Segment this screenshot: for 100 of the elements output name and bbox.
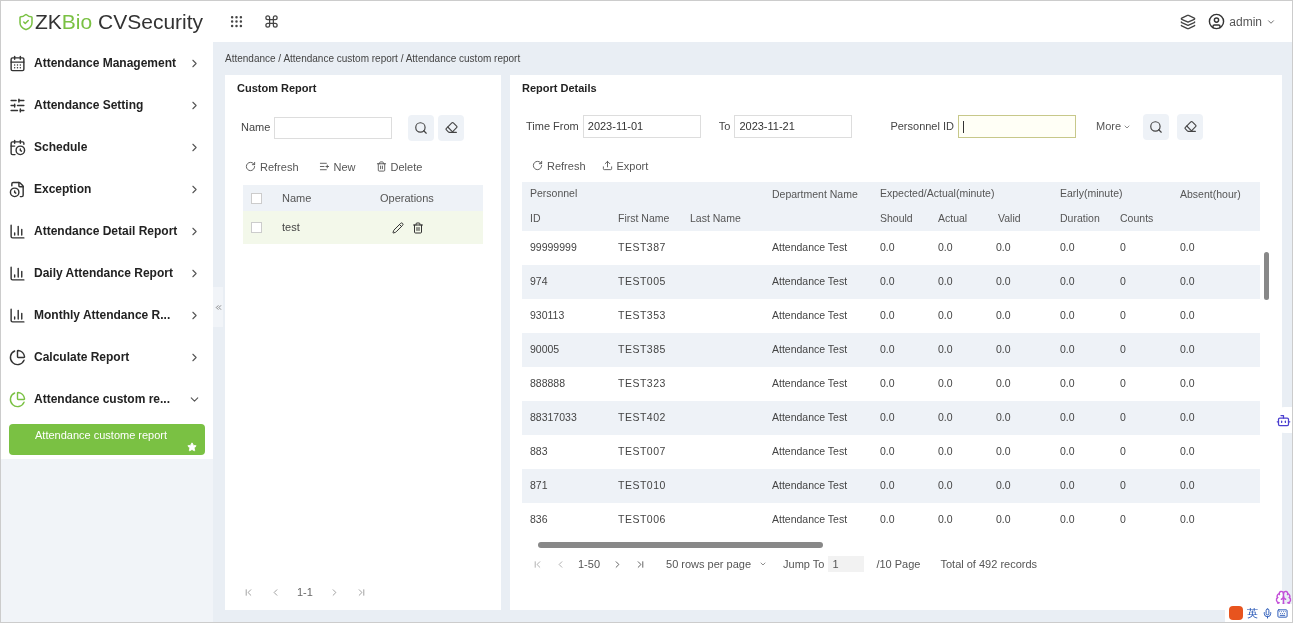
toolbar-button[interactable]: Delete <box>375 158 423 175</box>
panel-title: Report Details <box>522 81 598 96</box>
first-page-icon[interactable] <box>243 586 254 598</box>
name-field[interactable] <box>274 116 393 139</box>
column-header: ID <box>522 206 610 231</box>
bar-chart-icon <box>9 306 26 324</box>
table-cell: 0.0 <box>1170 333 1261 367</box>
user-menu[interactable]: admin <box>1229 12 1276 31</box>
table-cell: 836 <box>522 503 610 537</box>
toolbar-button[interactable]: Refresh <box>245 158 299 175</box>
column-group-header: Expected/Actual(minute) <box>874 182 1051 206</box>
table-cell: 0 <box>1110 469 1171 503</box>
table-cell: 0.0 <box>874 435 932 469</box>
sidebar-item[interactable]: Attendance Detail Report <box>1 210 213 252</box>
ime-logo-icon <box>1229 606 1244 620</box>
sidebar-label: Attendance custom re... <box>34 391 172 408</box>
microphone-icon[interactable] <box>1262 607 1274 619</box>
rows-per-page-dropdown[interactable]: 50 rows per page <box>666 555 768 573</box>
column-header: Duration <box>1050 206 1111 231</box>
filter-label: Time From <box>526 119 579 135</box>
language-indicator[interactable]: 英 <box>1247 604 1259 622</box>
table-cell: 883 <box>522 435 610 469</box>
clear-button[interactable] <box>1177 113 1204 140</box>
table-cell: 871 <box>522 469 610 503</box>
record-total: Total of 492 records <box>940 556 1038 572</box>
search-button[interactable] <box>408 114 435 141</box>
table-cell: TEST010 <box>610 469 682 503</box>
calendar-icon <box>9 54 26 72</box>
jump-label: Jump To <box>783 556 825 572</box>
sidebar-item[interactable]: Monthly Attendance R... <box>1 294 213 336</box>
robot-icon <box>1275 412 1291 428</box>
table-cell: 0.0 <box>874 299 932 333</box>
table-cell: 0.0 <box>992 401 1051 435</box>
user-icon <box>1208 13 1226 30</box>
table-row[interactable]: 871 TEST010 Attendance Test 0.0 0.0 0.0 0.0 0 0.0 <box>522 469 1261 503</box>
table-cell: 0 <box>1110 333 1171 367</box>
table-row[interactable]: 930113 TEST353 Attendance Test 0.0 0.0 0.0 0.0 0 0.0 <box>522 299 1261 333</box>
sidebar-item[interactable]: Schedule <box>1 126 213 168</box>
sidebar-item[interactable]: Daily Attendance Report <box>1 252 213 294</box>
table-cell: TEST006 <box>610 503 682 537</box>
checkbox[interactable] <box>251 222 262 233</box>
apps-icon[interactable] <box>229 14 244 29</box>
sidebar-item[interactable]: Calculate Report <box>1 336 213 378</box>
toolbar-button[interactable]: Export <box>601 157 649 174</box>
table-cell: 0.0 <box>874 367 932 401</box>
filter-label: Name <box>241 120 271 136</box>
layers-icon[interactable] <box>1180 13 1197 30</box>
search-button[interactable] <box>1143 113 1170 140</box>
shield-icon <box>17 12 35 31</box>
table-cell: 0.0 <box>1170 469 1261 503</box>
table-cell: 0 <box>1110 299 1171 333</box>
sliders-icon <box>9 96 26 114</box>
toolbar-button[interactable]: Refresh <box>532 157 586 174</box>
table-row[interactable]: 888888 TEST323 Attendance Test 0.0 0.0 0.0 0.0 0 0.0 <box>522 367 1261 401</box>
table-row[interactable]: 883 TEST007 Attendance Test 0.0 0.0 0.0 0.0 0 0.0 <box>522 435 1261 469</box>
column-header: Absent(hour) <box>1170 182 1261 231</box>
sidebar-item[interactable]: Attendance custom re... <box>1 378 213 420</box>
table-cell: TEST385 <box>610 333 682 367</box>
edit-icon[interactable] <box>392 221 404 234</box>
sidebar-item[interactable]: Exception <box>1 168 213 210</box>
page-field[interactable]: 1 <box>828 556 865 572</box>
table-cell: 0.0 <box>874 401 932 435</box>
trash-icon <box>375 161 387 173</box>
table-row[interactable]: test <box>243 211 483 244</box>
sidebar-item[interactable]: Attendance Management <box>1 42 213 84</box>
table-row[interactable]: 99999999 TEST387 Attendance Test 0.0 0.0 0.0 0.0 0 0.0 <box>522 231 1261 265</box>
trash-icon[interactable] <box>412 221 424 234</box>
command-icon[interactable] <box>264 14 279 29</box>
column-header: Actual <box>932 206 992 231</box>
filter-field[interactable] <box>958 115 1076 138</box>
table-cell: 0.0 <box>874 265 932 299</box>
table-cell: 0.0 <box>992 231 1051 265</box>
pie-chart-icon <box>9 390 26 408</box>
table-cell: 0.0 <box>932 503 992 537</box>
table-cell: Attendance Test <box>766 401 874 435</box>
panel-title: Custom Report <box>237 81 318 96</box>
table-cell: 0.0 <box>1050 231 1111 265</box>
collapse-icon <box>213 302 223 312</box>
filter-label: Personnel ID <box>890 119 954 135</box>
table-cell: 0 <box>1110 265 1171 299</box>
filter-field[interactable]: 2023-11-21 <box>734 115 853 138</box>
filter-field[interactable]: 2023-11-01 <box>582 115 701 138</box>
table-cell: 0.0 <box>1170 231 1261 265</box>
toolbar-button[interactable]: New <box>318 158 356 175</box>
bar-chart-icon <box>9 264 26 282</box>
table-cell-text: test <box>282 220 301 236</box>
column-group-header: Personnel <box>522 182 766 206</box>
keyboard-icon[interactable] <box>1277 607 1289 619</box>
table-cell: 930113 <box>522 299 610 333</box>
collapse-handle[interactable] <box>213 287 223 327</box>
table-cell: 0.0 <box>992 367 1051 401</box>
clear-button[interactable] <box>438 114 465 141</box>
table-cell: 0.0 <box>874 469 932 503</box>
table-cell: TEST402 <box>610 401 682 435</box>
checkbox[interactable] <box>251 192 262 204</box>
table-cell: 0.0 <box>1170 265 1261 299</box>
sidebar-item[interactable]: Attendance Setting <box>1 84 213 126</box>
more-dropdown[interactable]: More <box>1096 118 1132 135</box>
sidebar-label: Daily Attendance Report <box>34 265 174 282</box>
table-cell: 0.0 <box>1170 401 1261 435</box>
